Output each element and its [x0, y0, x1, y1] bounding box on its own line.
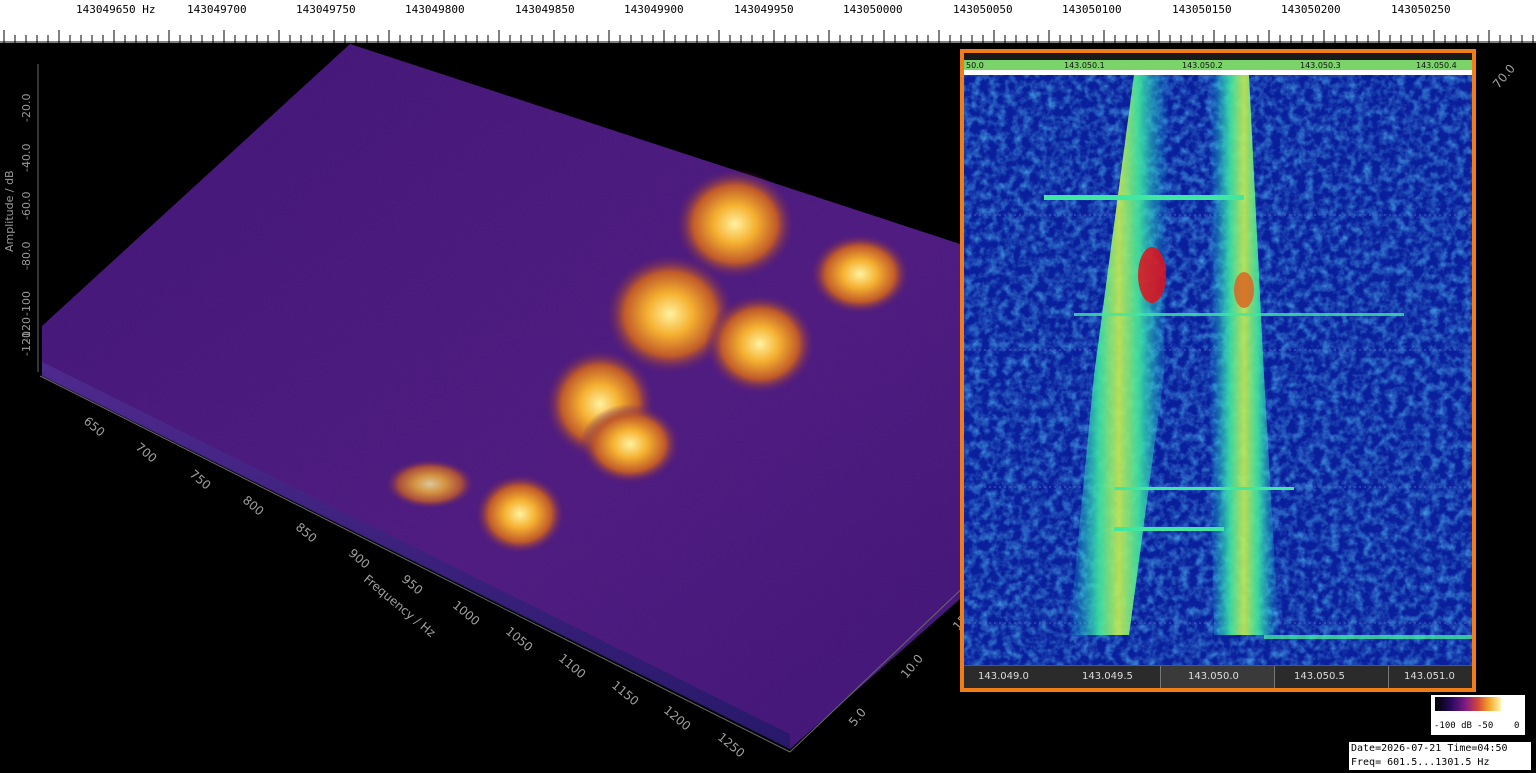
surface-noise [42, 44, 960, 749]
amp-tick-2: -60.0 [20, 191, 33, 220]
inset-waterfall-image [964, 75, 1472, 665]
inset-bottom-label-1: 143.049.5 [1082, 671, 1133, 682]
color-scale-mid: -50 [1477, 721, 1494, 731]
ruler-label-7: 143050000 [843, 3, 903, 16]
signal-peak-right [1234, 272, 1254, 308]
inset-bottom-label-2: 143.050.0 [1188, 671, 1239, 682]
color-scale-max: 0 [1514, 721, 1520, 731]
inset-bottom-label-3: 143.050.5 [1294, 671, 1345, 682]
ruler-label-0: 143049650 Hz [76, 3, 156, 16]
ruler-label-6: 143049950 [734, 3, 794, 16]
amp-tick-0: -20.0 [20, 93, 33, 122]
inset-top-label-1: 143.050.1 [1064, 61, 1105, 70]
top-frequency-ruler: 143049650 Hz 143049700 143049750 1430498… [0, 0, 1536, 44]
info-date-time: Date=2026-07-21 Time=04:50 [1351, 743, 1508, 754]
inset-bottom-scale: 143.049.0 143.049.5 143.050.0 143.050.5 … [964, 665, 1472, 688]
inset-spectrogram[interactable]: 50.0 143.050.1 143.050.2 143.050.3 143.0… [960, 49, 1476, 692]
info-frequency-range: Freq= 601.5...1301.5 Hz [1351, 757, 1490, 768]
inset-top-label-0: 50.0 [966, 61, 984, 70]
ruler-label-8: 143050050 [953, 3, 1013, 16]
ruler-label-4: 143049850 [515, 3, 575, 16]
amp-tick-3: -80.0 [20, 241, 33, 270]
ruler-label-11: 143050200 [1281, 3, 1341, 16]
ruler-label-12: 143050250 [1391, 3, 1451, 16]
amp-tick-1: -40.0 [20, 143, 33, 172]
ruler-label-1: 143049700 [187, 3, 247, 16]
inset-bottom-label-0: 143.049.0 [978, 671, 1029, 682]
signal-peak-left [1138, 247, 1166, 303]
color-scale-gradient [1435, 697, 1501, 711]
color-scale-min: -100 dB [1434, 721, 1472, 731]
info-box: Date=2026-07-21 Time=04:50 Freq= 601.5..… [1348, 741, 1532, 771]
amp-tick-4: -100 [20, 291, 33, 316]
waterfall-3d-plot[interactable] [0, 44, 960, 773]
inset-top-label-3: 143.050.3 [1300, 61, 1341, 70]
inset-bottom-label-4: 143.051.0 [1404, 671, 1455, 682]
time-tick-70: 70.0 [1490, 61, 1518, 91]
amplitude-axis-label: Amplitude / dB [3, 170, 16, 252]
inset-top-label-2: 143.050.2 [1182, 61, 1223, 70]
ruler-label-9: 143050100 [1062, 3, 1122, 16]
ruler-label-5: 143049900 [624, 3, 684, 16]
color-scale-legend: -100 dB -50 0 [1431, 695, 1525, 735]
inset-top-label-4: 143.050.4 [1416, 61, 1457, 70]
ruler-label-2: 143049750 [296, 3, 356, 16]
amp-tick-6: -120 [20, 331, 33, 356]
inset-top-scale: 50.0 143.050.1 143.050.2 143.050.3 143.0… [964, 53, 1472, 75]
ruler-label-3: 143049800 [405, 3, 465, 16]
ruler-label-10: 143050150 [1172, 3, 1232, 16]
